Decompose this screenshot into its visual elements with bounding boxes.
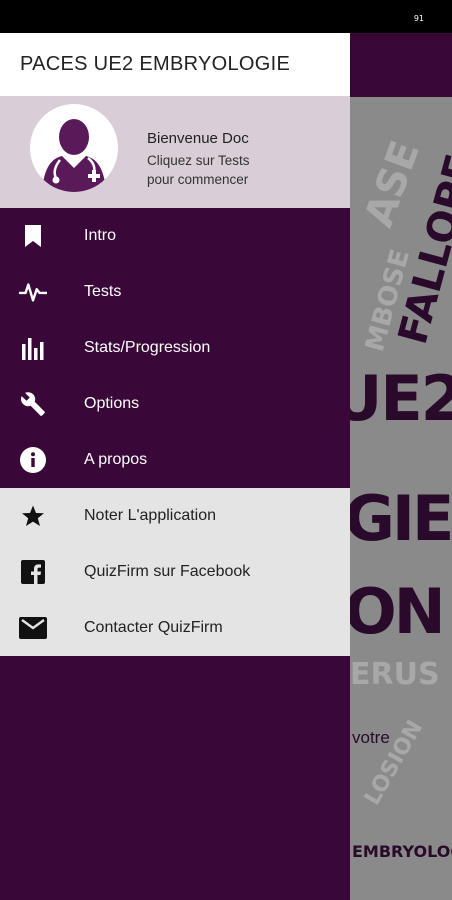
background-poster-image: ASE FALLOPE MBOSE UE2 GIE ON ERUS LOSION… (350, 97, 452, 900)
menu-item-options[interactable]: Options (0, 376, 350, 432)
menu-item-label: Contacter QuizFirm (84, 619, 223, 636)
drawer-header: Bienvenue Doc Cliquez sur Tests pour com… (0, 96, 350, 208)
menu-item-label: Tests (84, 283, 122, 300)
status-indicator: 91 (413, 14, 424, 23)
hint-line-2: pour commencer (147, 172, 249, 187)
hint-line-1: Cliquez sur Tests (147, 153, 250, 168)
menu-item-label: Options (84, 395, 140, 412)
wrench-icon (19, 390, 47, 418)
facebook-icon (19, 558, 47, 586)
bar-chart-icon (19, 334, 47, 362)
welcome-text: Bienvenue Doc (147, 130, 249, 147)
info-icon (19, 446, 47, 474)
menu-item-label: Intro (84, 227, 117, 244)
menu-item-tests[interactable]: Tests (0, 264, 350, 320)
menu-item-label: A propos (84, 451, 148, 468)
poster-word-ue2: UE2 (350, 362, 452, 435)
status-bar: 91 (0, 0, 452, 33)
menu-item-rate-app[interactable]: Noter L'application (0, 488, 350, 544)
menu-item-label: Noter L'application (84, 507, 217, 524)
navigation-drawer: PACES UE2 EMBRYOLOGIE Bienvenue Doc Cliq… (0, 33, 350, 900)
poster-word-on: ON (350, 575, 446, 648)
poster-word-gie: GIE (350, 482, 452, 555)
menu-item-facebook[interactable]: QuizFirm sur Facebook (0, 544, 350, 600)
menu-item-about[interactable]: A propos (0, 432, 350, 488)
menu-item-label: Stats/Progression (84, 339, 211, 356)
background-partial-text: votre (352, 728, 390, 747)
menu-item-intro[interactable]: Intro (0, 208, 350, 264)
bookmark-icon (19, 222, 47, 250)
menu-item-contact[interactable]: Contacter QuizFirm (0, 600, 350, 656)
doctor-avatar-icon (30, 104, 118, 192)
menu-item-stats[interactable]: Stats/Progression (0, 320, 350, 376)
hint-text: Cliquez sur Tests pour commencer (147, 151, 327, 189)
drawer-title: PACES UE2 EMBRYOLOGIE (0, 33, 350, 96)
mail-icon (19, 614, 47, 642)
pulse-icon (19, 278, 47, 306)
menu-item-label: QuizFirm sur Facebook (84, 563, 251, 580)
star-icon (19, 502, 47, 530)
